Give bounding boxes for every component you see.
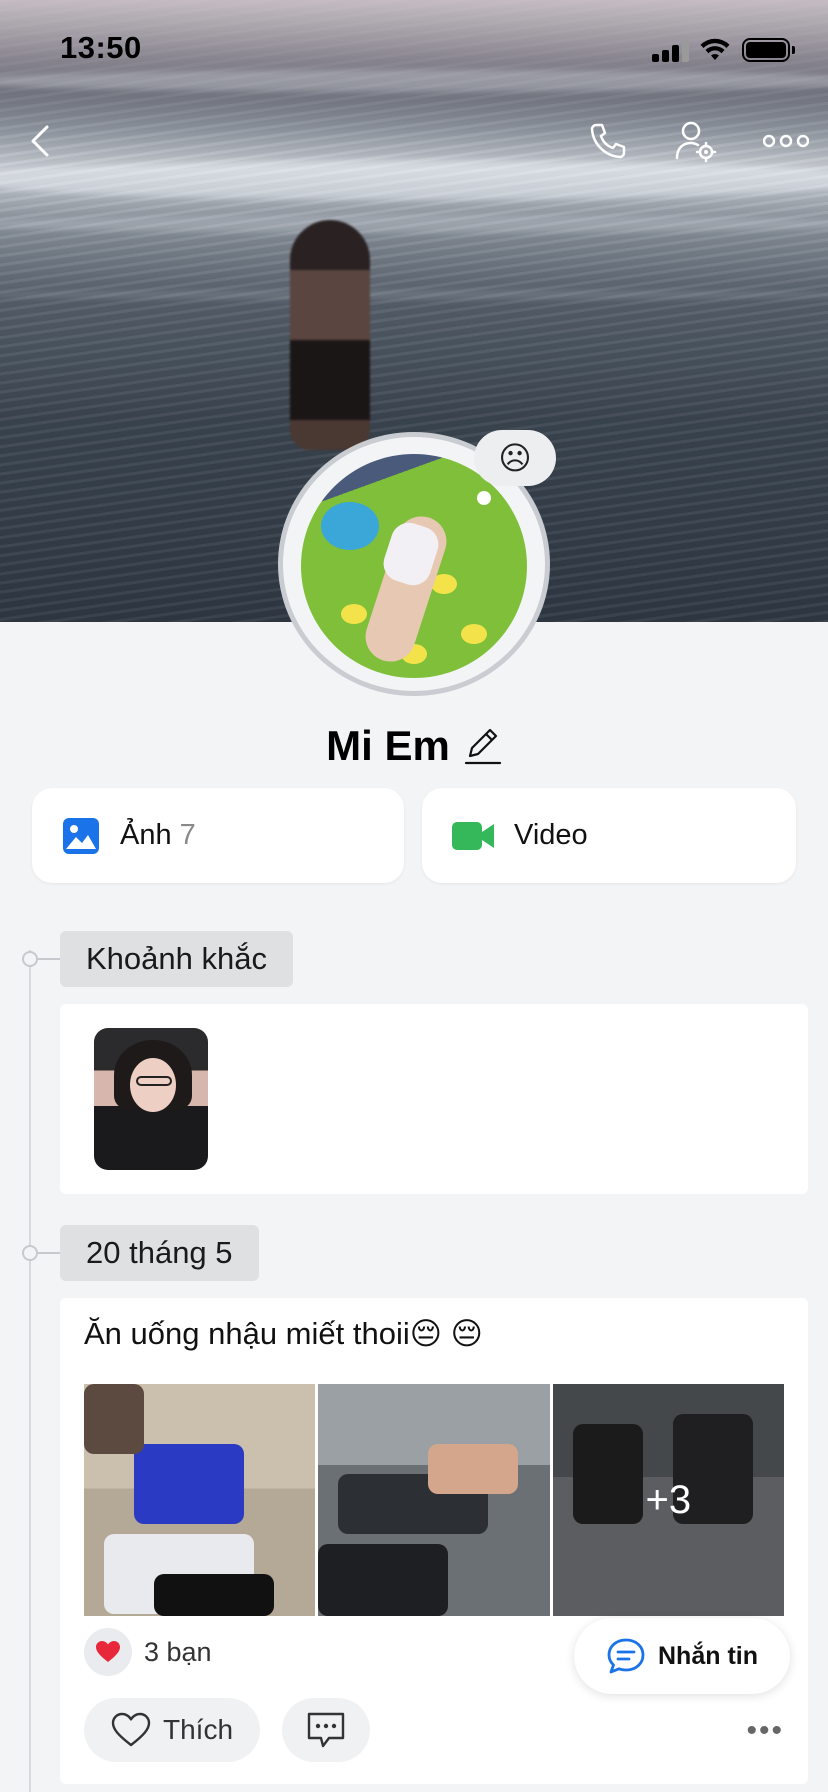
status-time: 13:50 — [60, 30, 142, 65]
timeline-dot — [22, 1245, 38, 1261]
video-label: Video — [514, 819, 588, 851]
phone-icon — [590, 123, 626, 159]
status-bubble[interactable]: ☹ — [474, 430, 556, 486]
image-icon — [63, 817, 99, 854]
chevron-left-icon — [31, 125, 49, 157]
more-horizontal-icon — [763, 134, 809, 148]
photos-card[interactable]: Ảnh 7 — [32, 788, 404, 883]
post-photo[interactable] — [318, 1384, 550, 1616]
reaction-count: 3 bạn — [144, 1636, 212, 1667]
cellular-signal-icon — [652, 40, 689, 62]
status-bubble-dot — [477, 491, 491, 505]
profile-name-row: Mi Em — [0, 718, 828, 774]
more-photos-overlay[interactable]: +3 — [552, 1384, 784, 1616]
video-camera-icon — [452, 821, 494, 850]
message-label: Nhắn tin — [658, 1641, 758, 1670]
pencil-icon[interactable] — [464, 726, 502, 766]
profile-name: Mi Em — [326, 722, 450, 769]
message-button[interactable]: Nhắn tin — [574, 1618, 790, 1694]
back-button[interactable] — [16, 116, 66, 166]
like-label: Thích — [162, 1714, 234, 1745]
like-button[interactable]: Thích — [84, 1698, 260, 1762]
profile-settings-button[interactable] — [671, 116, 721, 166]
post-more-button[interactable]: ••• — [746, 1714, 784, 1748]
post-photo[interactable]: +3 — [552, 1384, 784, 1616]
call-button[interactable] — [583, 116, 633, 166]
comment-icon — [307, 1712, 345, 1748]
cover-person — [290, 220, 370, 450]
videos-card[interactable]: Video — [422, 788, 796, 883]
battery-icon — [742, 38, 795, 62]
more-options-button[interactable] — [760, 116, 812, 166]
status-bar: 13:50 — [0, 0, 828, 96]
moments-card — [60, 1004, 808, 1194]
chat-bubble-icon — [607, 1638, 645, 1674]
reaction-summary[interactable]: 3 bạn — [84, 1628, 212, 1676]
post-text: Ăn uống nhậu miết thoii😔 😔 — [84, 1316, 483, 1351]
sad-face-icon: ☹ — [498, 440, 532, 476]
comment-button[interactable] — [282, 1698, 370, 1762]
timeline-line — [29, 950, 31, 1792]
post-photo-grid: +3 — [84, 1384, 784, 1616]
photos-label: Ảnh 7 — [120, 819, 196, 851]
heart-icon — [96, 1641, 120, 1662]
moments-tag: Khoảnh khắc — [60, 931, 293, 987]
user-settings-icon — [675, 121, 717, 163]
photos-count: 7 — [179, 819, 196, 851]
avatar[interactable] — [301, 454, 527, 678]
timeline-dot — [22, 951, 38, 967]
wifi-icon — [700, 38, 730, 60]
post-card: Ăn uống nhậu miết thoii😔 😔 +3 3 bạn Thíc… — [60, 1298, 808, 1784]
post-date-tag: 20 tháng 5 — [60, 1225, 259, 1281]
heart-outline-icon — [111, 1712, 151, 1747]
post-photo[interactable] — [84, 1384, 316, 1616]
moment-thumbnail[interactable] — [94, 1028, 208, 1170]
